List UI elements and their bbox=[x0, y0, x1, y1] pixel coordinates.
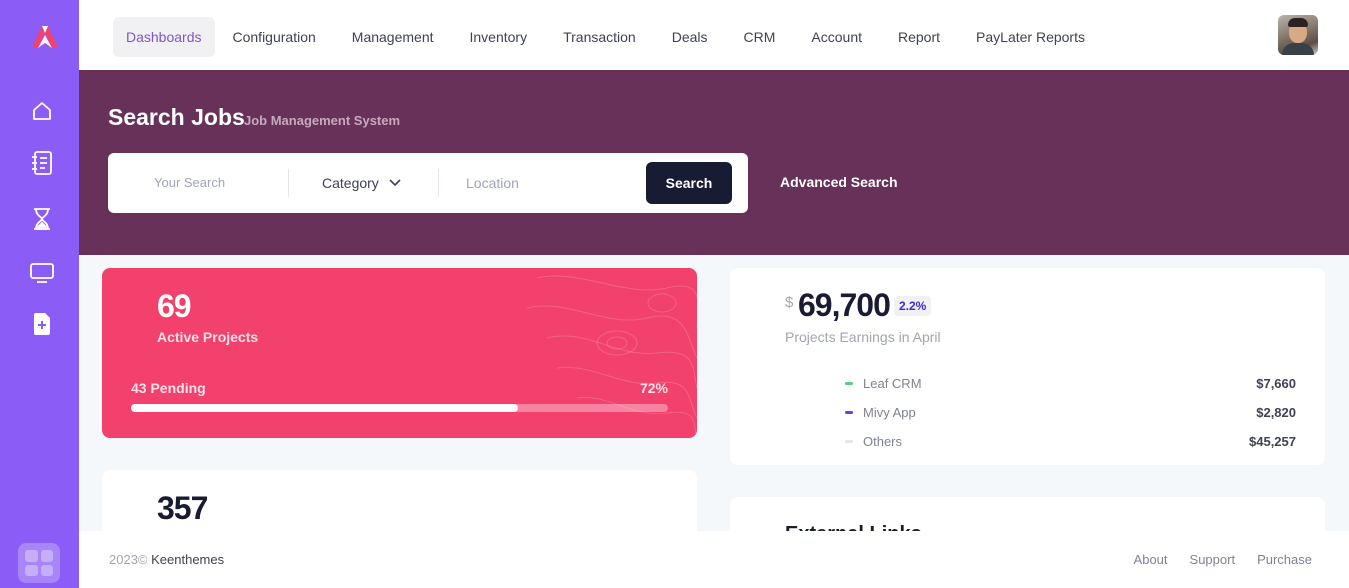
monitor-icon[interactable] bbox=[28, 259, 56, 287]
earnings-label: Projects Earnings in April bbox=[785, 329, 941, 345]
brand-link[interactable]: Keenthemes bbox=[151, 552, 224, 567]
projects-progress-bar bbox=[131, 404, 668, 412]
divider bbox=[438, 169, 439, 197]
chevron-down-icon bbox=[389, 179, 401, 187]
apps-grid-icon[interactable] bbox=[18, 543, 60, 583]
projects-earnings-card: $ 69,700 2.2% Projects Earnings in April… bbox=[730, 268, 1325, 465]
nav-paylater-reports[interactable]: PayLater Reports bbox=[958, 17, 1103, 57]
home-icon[interactable] bbox=[28, 97, 56, 125]
footer: 2023© Keenthemes About Support Purchase bbox=[79, 531, 1349, 588]
nav-management[interactable]: Management bbox=[334, 17, 452, 57]
active-projects-card: 69 Active Projects 43 Pending 72% bbox=[102, 268, 697, 438]
search-input[interactable]: Your Search bbox=[154, 153, 225, 213]
bullet-icon bbox=[845, 439, 853, 443]
sidebar bbox=[0, 0, 79, 588]
earnings-row-name: Others bbox=[863, 433, 903, 449]
nav-transaction[interactable]: Transaction bbox=[545, 17, 654, 57]
nav-configuration[interactable]: Configuration bbox=[215, 17, 334, 57]
copyright-year: 2023© bbox=[109, 552, 148, 567]
earnings-row: Mivy App $2,820 bbox=[845, 402, 1296, 422]
category-select[interactable]: Category bbox=[322, 153, 401, 213]
earnings-amount: 69,700 bbox=[798, 287, 891, 323]
earnings-row: Others $45,257 bbox=[845, 431, 1296, 451]
active-projects-label: Active Projects bbox=[157, 329, 259, 345]
pending-count: 43 Pending bbox=[131, 380, 206, 396]
progress-percent: 72% bbox=[639, 380, 668, 396]
earnings-change-badge: 2.2% bbox=[894, 296, 932, 316]
hourglass-icon[interactable] bbox=[28, 205, 56, 233]
copyright: 2023© Keenthemes bbox=[109, 552, 224, 567]
divider bbox=[288, 169, 289, 197]
user-avatar[interactable] bbox=[1278, 15, 1318, 55]
stats-count: 357 bbox=[157, 490, 208, 526]
nav-inventory[interactable]: Inventory bbox=[452, 17, 546, 57]
nav-crm[interactable]: CRM bbox=[726, 17, 794, 57]
nav-report[interactable]: Report bbox=[880, 17, 958, 57]
file-add-icon[interactable] bbox=[28, 310, 56, 338]
main-nav: Dashboards Configuration Management Inve… bbox=[113, 17, 1103, 57]
earnings-row-name: Mivy App bbox=[863, 404, 916, 420]
footer-link-about[interactable]: About bbox=[1134, 552, 1168, 567]
active-projects-count: 69 bbox=[157, 288, 192, 324]
earnings-row: Leaf CRM $7,660 bbox=[845, 373, 1296, 393]
bullet-icon bbox=[845, 410, 853, 414]
earnings-row-value: $7,660 bbox=[1256, 375, 1296, 391]
footer-links: About Support Purchase bbox=[1134, 552, 1312, 567]
earnings-row-value: $45,257 bbox=[1249, 433, 1296, 449]
app-logo[interactable] bbox=[29, 23, 61, 49]
bullet-icon bbox=[845, 381, 853, 385]
currency-symbol: $ bbox=[785, 294, 794, 311]
footer-link-purchase[interactable]: Purchase bbox=[1257, 552, 1312, 567]
earnings-row-name: Leaf CRM bbox=[863, 375, 922, 391]
earnings-row-value: $2,820 bbox=[1256, 404, 1296, 420]
location-input[interactable]: Location bbox=[466, 153, 519, 213]
page-title: Search Jobs bbox=[108, 104, 245, 130]
top-navbar: Dashboards Configuration Management Inve… bbox=[79, 0, 1349, 70]
advanced-search-link[interactable]: Advanced Search bbox=[780, 174, 898, 190]
search-button[interactable]: Search bbox=[646, 162, 732, 204]
job-search-form: Your Search Category Location Search bbox=[108, 153, 748, 213]
progress-fill bbox=[131, 404, 518, 412]
nav-dashboards[interactable]: Dashboards bbox=[113, 17, 215, 57]
nav-deals[interactable]: Deals bbox=[654, 17, 726, 57]
category-label: Category bbox=[322, 175, 379, 191]
footer-link-support[interactable]: Support bbox=[1190, 552, 1236, 567]
notebook-icon[interactable] bbox=[28, 149, 56, 177]
page-subtitle: Job Management System bbox=[244, 113, 401, 128]
search-jobs-banner: Search Jobs Job Management System Your S… bbox=[79, 70, 1349, 255]
topography-pattern bbox=[526, 275, 697, 438]
nav-account[interactable]: Account bbox=[793, 17, 880, 57]
